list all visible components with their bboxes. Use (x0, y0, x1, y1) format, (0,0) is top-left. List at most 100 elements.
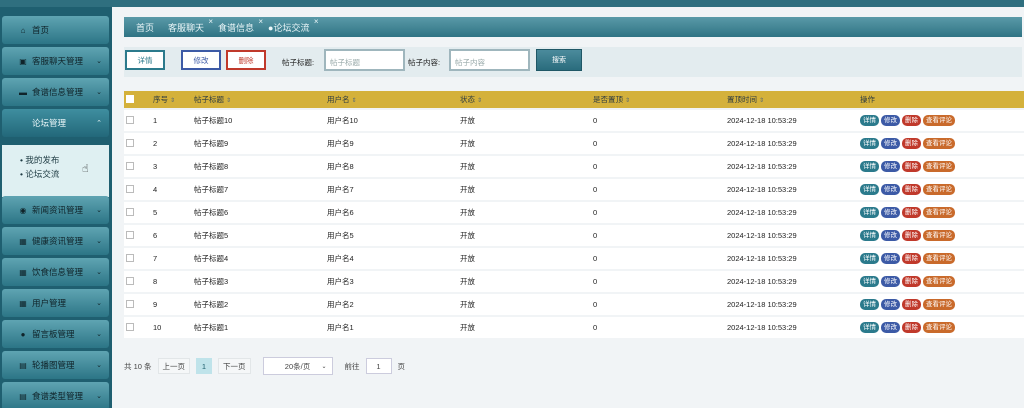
tab-home[interactable]: 首页 (136, 21, 154, 34)
close-icon[interactable]: × (258, 17, 263, 26)
header-user[interactable]: 用户名 ⇕ (327, 94, 460, 105)
row-edit-button[interactable]: 修改 (881, 138, 900, 149)
row-comments-button[interactable]: 查看评论 (923, 253, 955, 264)
table-row[interactable]: 10 帖子标题1 用户名1 开放 0 2024-12-18 10:53:29 详情 修改 删除查… (124, 317, 1024, 338)
row-detail-button[interactable]: 详情 (860, 276, 879, 287)
row-delete-button[interactable]: 删除 (902, 299, 921, 310)
table-row[interactable]: 5 帖子标题6 用户名6 开放 0 2024-12-18 10:53:29 详情 修改 删除 查看… (124, 202, 1024, 223)
page-size-select[interactable]: 20条/页 ⌄ (262, 357, 333, 375)
page-number-current[interactable]: 1 (196, 358, 213, 374)
tab-forum[interactable]: ●论坛交流 × (268, 17, 318, 34)
close-icon[interactable]: × (208, 17, 213, 26)
row-delete-button[interactable]: 删除 (902, 161, 921, 172)
row-comments-button[interactable]: 查看评论 (923, 276, 955, 287)
tab-recipe[interactable]: 食谱信息 × (218, 17, 263, 34)
row-comments-button[interactable]: 查看评论 (923, 230, 955, 241)
table-row[interactable]: 1 帖子标题10 用户名10 开放 0 2024-12-18 10:53:29 详情 修改 删除… (124, 110, 1024, 131)
row-comments-button[interactable]: 查看评论 (923, 115, 955, 126)
row-detail-button[interactable]: 详情 (860, 230, 879, 241)
row-delete-button[interactable]: 删除 (902, 115, 921, 126)
close-icon[interactable]: × (314, 17, 319, 26)
row-delete-button[interactable]: 删除 (902, 253, 921, 264)
edit-button[interactable]: 修改 (181, 50, 221, 70)
row-comments-button[interactable]: 查看评论 (923, 161, 955, 172)
row-delete-button[interactable]: 删除 (902, 138, 921, 149)
row-delete-button[interactable]: 删除 (902, 276, 921, 287)
row-delete-button[interactable]: 删除 (902, 184, 921, 195)
row-comments-button[interactable]: 查看评论 (923, 207, 955, 218)
title-search-input[interactable]: 帖子标题 (324, 49, 405, 71)
sidebar-item-diet[interactable]: ▦ 饮食信息管理 ⌄ (2, 258, 109, 286)
row-delete-button[interactable]: 删除 (902, 322, 921, 333)
row-comments-button[interactable]: 查看评论 (923, 138, 955, 149)
next-page-button[interactable]: 下一页 (218, 358, 251, 374)
forum-submenu: 我的发布 论坛交流 (2, 145, 109, 197)
row-checkbox[interactable] (126, 161, 134, 170)
row-edit-button[interactable]: 修改 (881, 207, 900, 218)
sidebar-item-chat[interactable]: ▣ 客服聊天管理 ⌄ (2, 47, 109, 75)
row-checkbox[interactable] (126, 207, 134, 216)
row-checkbox[interactable] (126, 299, 134, 308)
row-edit-button[interactable]: 修改 (881, 253, 900, 264)
row-detail-button[interactable]: 详情 (860, 161, 879, 172)
row-checkbox[interactable] (126, 253, 134, 262)
sidebar-item-forum[interactable]: 论坛管理 ⌃ (2, 109, 109, 137)
sidebar-item-news[interactable]: ◉ 新闻资讯管理 ⌄ (2, 196, 109, 224)
row-comments-button[interactable]: 查看评论 (923, 299, 955, 310)
header-no[interactable]: 序号 ⇕ (153, 94, 194, 105)
row-detail-button[interactable]: 详情 (860, 138, 879, 149)
sidebar-item-carousel[interactable]: ▤ 轮播图管理 ⌄ (2, 351, 109, 379)
row-detail-button[interactable]: 详情 (860, 299, 879, 310)
table-row[interactable]: 7 帖子标题4 用户名4 开放 0 2024-12-18 10:53:29 详情 修改 删除 查看… (124, 248, 1024, 269)
row-detail-button[interactable]: 详情 (860, 184, 879, 195)
table-row[interactable]: 4 帖子标题7 用户名7 开放 0 2024-12-18 10:53:29 详情 修改 删除 查看… (124, 179, 1024, 200)
detail-button[interactable]: 详情 (125, 50, 165, 70)
row-checkbox[interactable] (126, 115, 134, 124)
submenu-item-forum[interactable]: 论坛交流 (20, 167, 109, 181)
row-edit-button[interactable]: 修改 (881, 322, 900, 333)
sidebar-item-home[interactable]: ⌂ 首页 (2, 16, 109, 44)
row-checkbox[interactable] (126, 276, 134, 285)
delete-button[interactable]: 删除 (226, 50, 266, 70)
row-checkbox[interactable] (126, 184, 134, 193)
row-detail-button[interactable]: 详情 (860, 207, 879, 218)
row-delete-button[interactable]: 删除 (902, 207, 921, 218)
table-row[interactable]: 9 帖子标题2 用户名2 开放 0 2024-12-18 10:53:29 详情 修改 删除 查看… (124, 294, 1024, 315)
row-edit-button[interactable]: 修改 (881, 161, 900, 172)
row-edit-button[interactable]: 修改 (881, 184, 900, 195)
tab-chat[interactable]: 客服聊天 × (168, 17, 213, 34)
sidebar-item-recipe[interactable]: ▬ 食谱信息管理 ⌄ (2, 78, 109, 106)
row-comments-button[interactable]: 查看评论 (923, 322, 955, 333)
sidebar-item-users[interactable]: ▦ 用户管理 ⌄ (2, 289, 109, 317)
cell-no: 8 (153, 277, 158, 286)
header-time[interactable]: 置顶时间 ⇕ (727, 94, 860, 105)
sidebar-item-messages[interactable]: ● 留言板管理 ⌄ (2, 320, 109, 348)
submenu-item-my-posts[interactable]: 我的发布 (20, 153, 109, 167)
row-delete-button[interactable]: 删除 (902, 230, 921, 241)
row-comments-button[interactable]: 查看评论 (923, 184, 955, 195)
row-edit-button[interactable]: 修改 (881, 299, 900, 310)
row-detail-button[interactable]: 详情 (860, 115, 879, 126)
row-detail-button[interactable]: 详情 (860, 322, 879, 333)
table-row[interactable]: 3 帖子标题8 用户名8 开放 0 2024-12-18 10:53:29 详情 修改 删除 查看… (124, 156, 1024, 177)
table-row[interactable]: 8 帖子标题3 用户名3 开放 0 2024-12-18 10:53:29 详情 修改 删除 查看… (124, 271, 1024, 292)
sidebar-item-health[interactable]: ▦ 健康资讯管理 ⌄ (2, 227, 109, 255)
table-row[interactable]: 6 帖子标题5 用户名5 开放 0 2024-12-18 10:53:29 详情 修改 删除 查看… (124, 225, 1024, 246)
select-all-checkbox[interactable] (126, 94, 134, 103)
search-button[interactable]: 搜索 (536, 49, 582, 71)
header-status[interactable]: 状态 ⇕ (460, 94, 593, 105)
row-edit-button[interactable]: 修改 (881, 230, 900, 241)
table-row[interactable]: 2 帖子标题9 用户名9 开放 0 2024-12-18 10:53:29 详情 修改 删除 查看… (124, 133, 1024, 154)
row-checkbox[interactable] (126, 138, 134, 147)
goto-page-input[interactable]: 1 (365, 358, 392, 374)
row-edit-button[interactable]: 修改 (881, 276, 900, 287)
content-search-input[interactable]: 帖子内容 (449, 49, 530, 71)
header-top[interactable]: 是否置顶 ⇕ (593, 94, 727, 105)
header-title[interactable]: 帖子标题 ⇕ (194, 94, 327, 105)
row-edit-button[interactable]: 修改 (881, 115, 900, 126)
row-checkbox[interactable] (126, 230, 134, 239)
row-checkbox[interactable] (126, 322, 134, 331)
prev-page-button[interactable]: 上一页 (157, 358, 191, 374)
sidebar-item-recipe-type[interactable]: ▤ 食谱类型管理 ⌄ (2, 382, 109, 408)
row-detail-button[interactable]: 详情 (860, 253, 879, 264)
